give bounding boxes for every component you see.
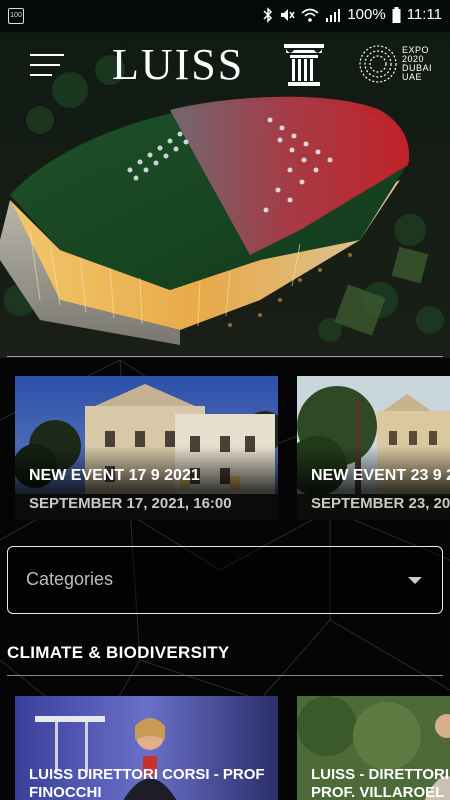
- video-title: LUISS - DIRETTORI CORSI - PROF. VILLAROE…: [311, 766, 450, 800]
- videos-carousel[interactable]: LUISS DIRETTORI CORSI - PROF FINOCCHI LU…: [0, 696, 450, 800]
- bluetooth-icon: [263, 6, 273, 23]
- event-card[interactable]: NEW EVENT 23 9 2021 SEPTEMBER 23, 2021, …: [297, 376, 450, 520]
- categories-label: Categories: [26, 569, 114, 589]
- status-bar: 100 100% 11:11: [0, 0, 450, 32]
- event-date: SEPTEMBER 17, 2021, 16:00: [29, 495, 232, 512]
- video-card[interactable]: LUISS - DIRETTORI CORSI - PROF. VILLAROE…: [297, 696, 450, 800]
- section-divider: [7, 675, 443, 676]
- video-title: LUISS DIRETTORI CORSI - PROF FINOCCHI: [29, 766, 265, 800]
- section-title: CLIMATE & BIODIVERSITY: [7, 643, 230, 662]
- events-carousel[interactable]: NEW EVENT 17 9 2021 SEPTEMBER 17, 2021, …: [0, 376, 450, 520]
- app-header: LUISS EXPO 2020 DUBAI UAE: [0, 32, 450, 98]
- event-date: SEPTEMBER 23, 2021, 16:00: [311, 495, 450, 512]
- video-card[interactable]: LUISS DIRETTORI CORSI - PROF FINOCCHI: [15, 696, 278, 800]
- hero-divider: [7, 356, 443, 357]
- notification-badge-icon: 100: [8, 8, 24, 24]
- clock: 11:11: [406, 6, 442, 23]
- event-card[interactable]: NEW EVENT 17 9 2021 SEPTEMBER 17, 2021, …: [15, 376, 278, 520]
- battery-icon: [392, 6, 401, 23]
- hamburger-menu-icon[interactable]: [30, 54, 64, 78]
- brand-logo[interactable]: LUISS: [112, 39, 244, 90]
- event-title: NEW EVENT 23 9 2021: [311, 467, 450, 484]
- categories-dropdown[interactable]: Categories: [7, 546, 443, 614]
- expo-line-4: UAE: [402, 72, 423, 82]
- signal-icon: [326, 8, 341, 22]
- event-title: NEW EVENT 17 9 2021: [29, 467, 200, 484]
- ionic-column-icon: [284, 44, 324, 86]
- expo-ring-icon: [359, 45, 397, 83]
- battery-percent: 100%: [347, 6, 386, 23]
- wifi-icon: [301, 8, 319, 22]
- chevron-down-icon[interactable]: [408, 577, 422, 584]
- mute-icon: [281, 8, 295, 21]
- expo-2020-logo: EXPO 2020 DUBAI UAE: [358, 44, 432, 84]
